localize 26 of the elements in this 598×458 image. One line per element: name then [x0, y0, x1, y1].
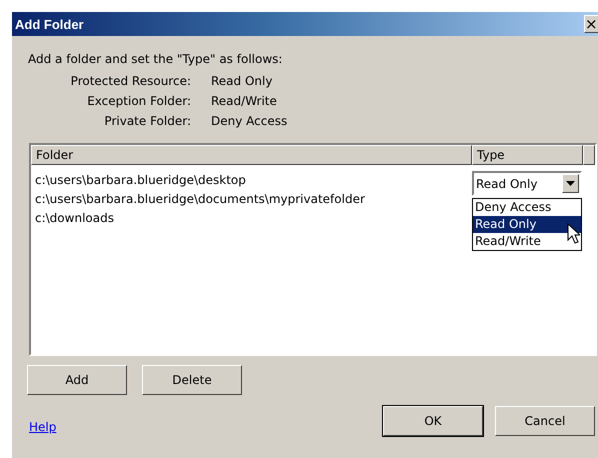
close-button[interactable]: ×	[584, 15, 598, 33]
window-title: Add Folder	[15, 16, 84, 32]
folder-path[interactable]: c:\downloads	[35, 209, 114, 228]
legend-value: Deny Access	[211, 114, 288, 128]
intro-text: Add a folder and set the "Type" as follows:	[28, 52, 284, 66]
legend-label: Exception Folder:	[86, 94, 191, 108]
column-header[interactable]: Folder	[31, 145, 472, 165]
type-dropdown[interactable]: Read Only	[472, 171, 582, 196]
dialog-button[interactable]: OK	[383, 406, 483, 436]
dropdown-option[interactable]: Deny Access	[473, 199, 581, 216]
column-header[interactable]: Type	[472, 145, 583, 165]
dropdown-option[interactable]: Read/Write	[473, 233, 581, 250]
folder-path[interactable]: c:\users\barbara.blueridge\desktop	[35, 171, 246, 190]
dropdown-option[interactable]: Read Only	[473, 216, 581, 233]
folder-list[interactable]: Folder Type c:\users\barbara.blueridge\desktop c:\users\barbara.blueridge\documents\myprivatefolder c:\downloads Read Only Deny Access Read Only Read/Write	[29, 143, 597, 356]
dialog-button[interactable]: Cancel	[495, 406, 595, 436]
legend-label: Protected Resource:	[70, 74, 191, 88]
legend-label: Private Folder:	[103, 114, 191, 128]
help-link[interactable]: Help	[29, 420, 56, 434]
mouse-pointer-icon	[567, 223, 580, 244]
empty-column-header	[583, 145, 595, 165]
legend-value: Read/Write	[211, 94, 278, 108]
legend-value: Read Only	[211, 74, 274, 88]
folder-path[interactable]: c:\users\barbara.blueridge\documents\myprivatefolder	[35, 190, 365, 209]
action-button[interactable]: Delete	[142, 365, 242, 395]
action-button[interactable]: Add	[27, 365, 127, 395]
